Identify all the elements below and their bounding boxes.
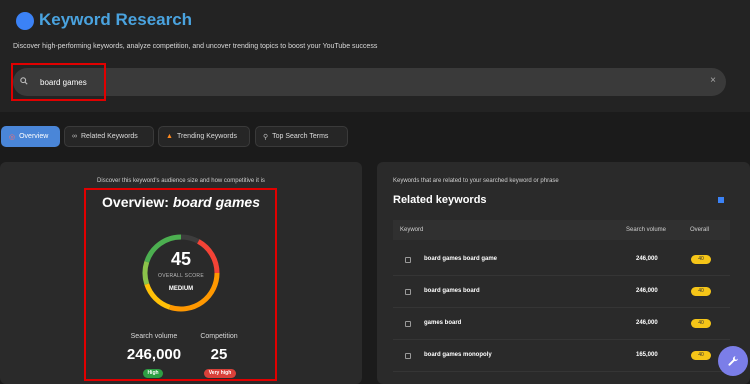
target-icon: ◎ <box>9 133 16 141</box>
related-description: Keywords that are related to your search… <box>393 178 559 184</box>
table-row[interactable]: board games board 246,000 40 <box>393 276 730 308</box>
row-overall-badge: 40 <box>691 287 711 296</box>
row-volume: 246,000 <box>636 320 658 326</box>
column-overall[interactable]: Overall <box>690 227 709 233</box>
row-keyword: board games board game <box>424 256 498 262</box>
search-input[interactable] <box>40 74 680 90</box>
tab-label: Top Search Terms <box>272 133 329 140</box>
fire-icon: ▲ <box>166 133 173 140</box>
row-checkbox[interactable] <box>405 257 411 263</box>
table-header: Keyword Search volume Overall <box>393 220 730 240</box>
row-keyword: board games board <box>424 288 480 294</box>
row-overall-badge: 40 <box>691 319 711 328</box>
page-title: Keyword Research <box>39 10 193 29</box>
row-checkbox[interactable] <box>405 321 411 327</box>
tab-top-search-terms[interactable]: ⚲ Top Search Terms <box>255 126 348 147</box>
row-overall-badge: 40 <box>691 255 711 264</box>
row-checkbox[interactable] <box>405 353 411 359</box>
tab-label: Trending Keywords <box>176 133 237 140</box>
overview-description: Discover this keyword's audience size an… <box>97 178 265 184</box>
row-keyword: games board <box>424 320 462 326</box>
close-icon[interactable]: × <box>710 75 716 87</box>
page-header: Keyword Research Discover high-performin… <box>0 0 750 112</box>
search-bar[interactable]: × <box>13 68 726 96</box>
table-row[interactable]: board games monopoly 165,000 40 <box>393 340 730 372</box>
wrench-icon[interactable] <box>718 346 748 376</box>
column-search-volume[interactable]: Search volume <box>626 227 666 233</box>
related-title: Related keywords <box>393 194 487 206</box>
row-overall-badge: 40 <box>691 351 711 360</box>
table-row[interactable]: board games board game 246,000 40 <box>393 244 730 276</box>
page-subtitle: Discover high-performing keywords, analy… <box>13 43 378 50</box>
grid-icon[interactable] <box>718 197 724 203</box>
row-checkbox[interactable] <box>405 289 411 295</box>
tab-label: Overview <box>19 133 49 140</box>
overview-highlight <box>84 188 277 381</box>
row-keyword: board games monopoly <box>424 352 492 358</box>
tab-overview[interactable]: ◎ Overview <box>1 126 60 147</box>
row-volume: 246,000 <box>636 256 658 262</box>
tab-trending-keywords[interactable]: ▲ Trending Keywords <box>158 126 250 147</box>
wrench-glyph <box>728 356 738 366</box>
column-keyword[interactable]: Keyword <box>400 227 423 233</box>
table-row[interactable]: games board 246,000 40 <box>393 308 730 340</box>
tab-related-keywords[interactable]: ∞ Related Keywords <box>64 126 154 147</box>
search-icon: ⚲ <box>263 133 269 141</box>
row-volume: 246,000 <box>636 288 658 294</box>
search-highlight <box>11 63 106 101</box>
tab-label: Related Keywords <box>81 133 138 140</box>
link-icon: ∞ <box>72 133 77 140</box>
logo-icon <box>16 12 34 30</box>
row-volume: 165,000 <box>636 352 658 358</box>
